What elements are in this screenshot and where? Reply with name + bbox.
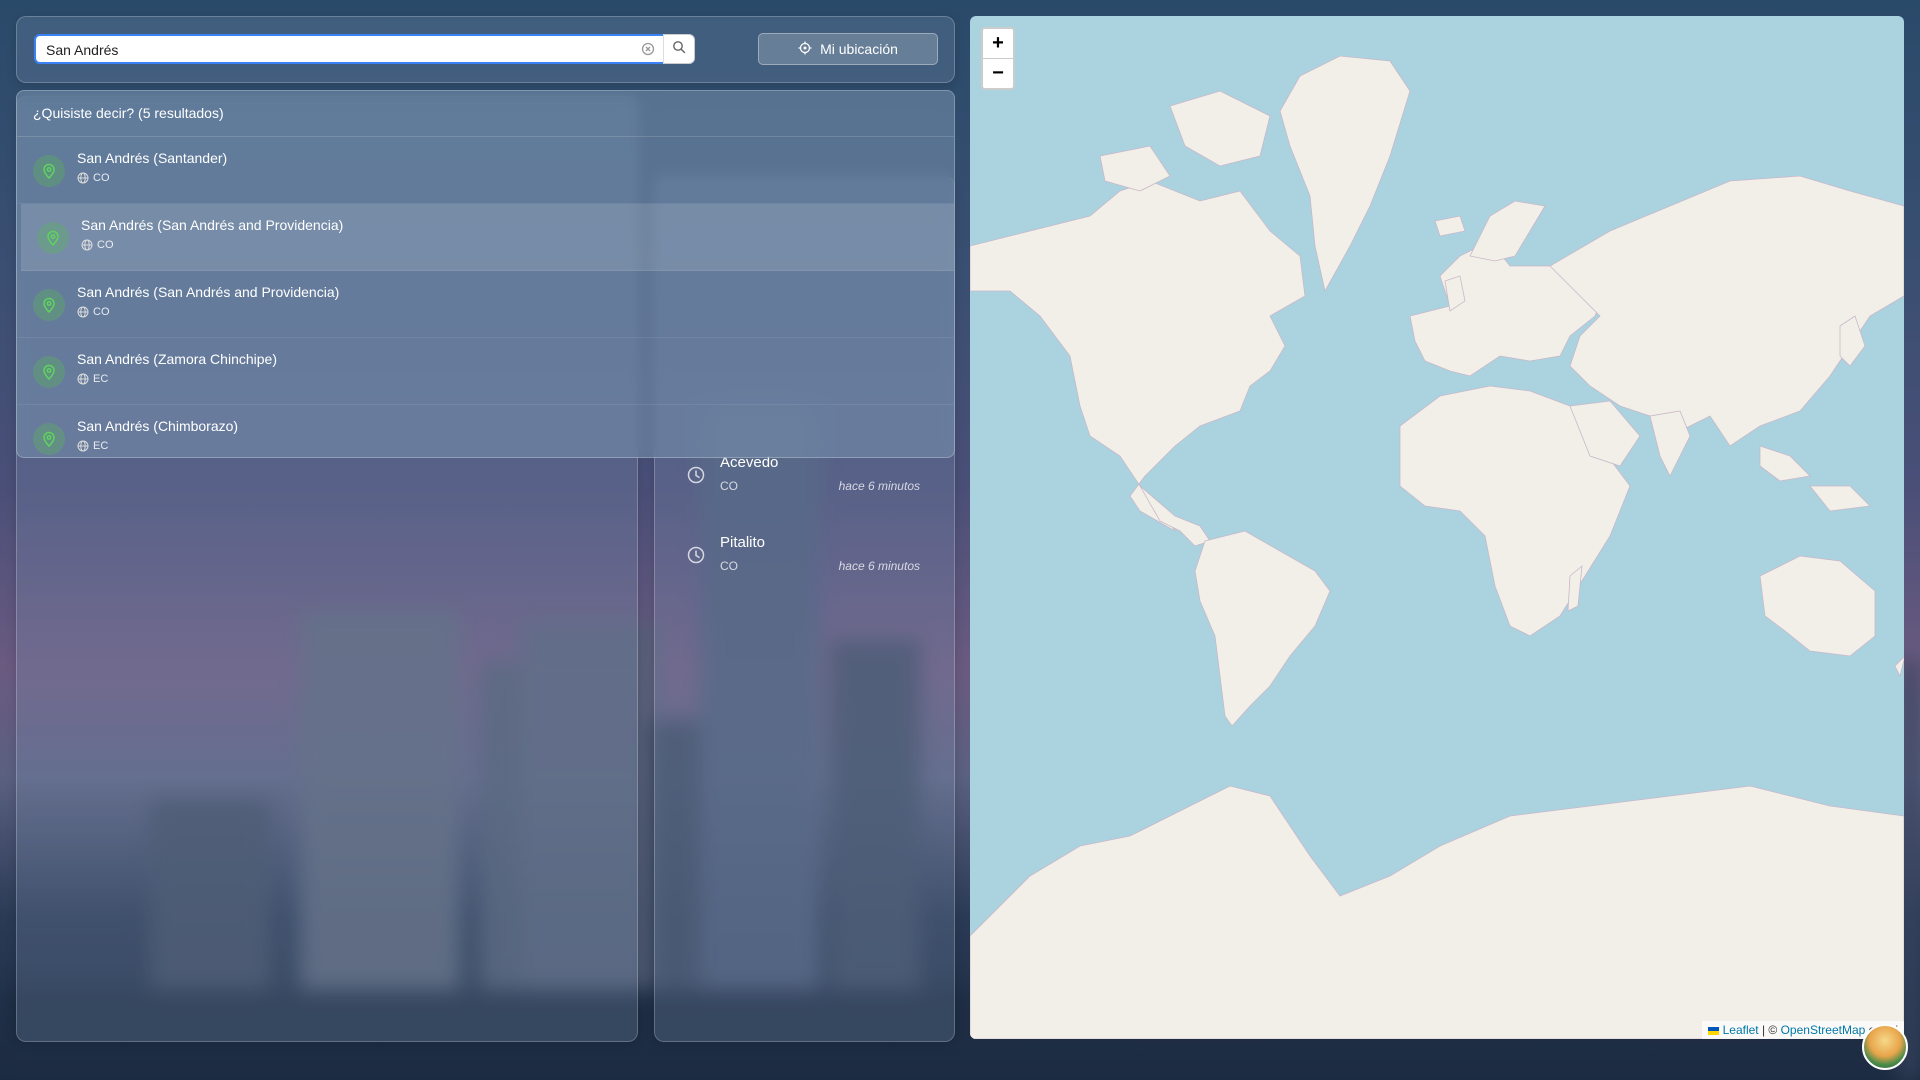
suggestion-country: CO [77, 172, 110, 184]
suggestion-country-code: EC [93, 440, 109, 452]
suggestion-item[interactable]: San Andrés (Zamora Chinchipe) EC [17, 338, 954, 405]
clear-search-icon[interactable] [641, 42, 655, 56]
recent-item[interactable]: Acevedo CO hace 6 minutos [655, 448, 954, 518]
my-location-label: Mi ubicación [820, 41, 898, 57]
recent-item-country: CO [720, 559, 738, 573]
recent-item-name: Pitalito [720, 534, 766, 551]
map-pin-icon [37, 222, 69, 254]
zoom-control: + − [981, 27, 1015, 90]
suggestion-item[interactable]: San Andrés (San Andrés and Providencia) … [17, 271, 954, 338]
globe-icon [77, 440, 89, 452]
search-panel: Mi ubicación [16, 16, 955, 83]
suggestion-country-code: CO [93, 172, 110, 184]
recent-item-country: CO [720, 479, 738, 493]
recent-item[interactable]: Pitalito CO hace 6 minutos [655, 528, 954, 598]
crosshair-icon [798, 41, 812, 58]
suggestion-title: San Andrés (Chimborazo) [77, 418, 239, 434]
suggestion-country: CO [77, 306, 110, 318]
app-avatar[interactable] [1862, 1024, 1908, 1070]
suggestion-item[interactable]: San Andrés (Santander) CO [17, 137, 954, 204]
suggestion-country-code: EC [93, 373, 109, 385]
suggestions-dropdown: ¿Quisiste decir? (5 resultados) San Andr… [16, 90, 955, 458]
suggestion-country: EC [77, 440, 108, 452]
map-pin-icon [33, 155, 65, 187]
suggestion-country-code: CO [93, 306, 110, 318]
suggestion-title: San Andrés (San Andrés and Providencia) [81, 217, 344, 233]
suggestion-item[interactable]: San Andrés (San Andrés and Providencia) … [21, 204, 954, 271]
suggestion-item[interactable]: San Andrés (Chimborazo) EC [17, 405, 954, 457]
search-box [34, 34, 695, 64]
globe-icon [77, 172, 89, 184]
my-location-button[interactable]: Mi ubicación [758, 33, 938, 65]
globe-icon [77, 373, 89, 385]
openstreetmap-link[interactable]: OpenStreetMap [1781, 1023, 1866, 1037]
zoom-in-button[interactable]: + [983, 29, 1013, 59]
attribution-separator: | © [1758, 1023, 1781, 1037]
recent-item-time: hace 6 minutos [838, 479, 920, 493]
world-map[interactable]: + − Leaflet | © OpenStreetMap contri [970, 16, 1904, 1039]
globe-icon [81, 239, 93, 251]
suggestion-country: CO [81, 239, 114, 251]
globe-icon [77, 306, 89, 318]
ukraine-flag-icon [1708, 1026, 1720, 1035]
suggestion-title: San Andrés (San Andrés and Providencia) [77, 284, 340, 300]
search-input[interactable] [44, 36, 648, 64]
suggestions-header: ¿Quisiste decir? (5 resultados) [17, 91, 954, 137]
clock-icon [687, 546, 705, 569]
leaflet-link[interactable]: Leaflet [1723, 1023, 1759, 1037]
map-pin-icon [33, 289, 65, 321]
map-tiles [970, 55, 1904, 1039]
clock-icon [687, 466, 705, 489]
search-button[interactable] [663, 34, 695, 64]
recent-item-time: hace 6 minutos [838, 559, 920, 573]
suggestion-title: San Andrés (Zamora Chinchipe) [77, 351, 277, 367]
map-pin-icon [33, 423, 65, 455]
suggestion-country-code: CO [97, 239, 114, 251]
search-icon [672, 40, 686, 59]
suggestion-title: San Andrés (Santander) [77, 150, 228, 166]
zoom-out-button[interactable]: − [983, 59, 1013, 88]
map-pin-icon [33, 356, 65, 388]
suggestion-country: EC [77, 373, 108, 385]
